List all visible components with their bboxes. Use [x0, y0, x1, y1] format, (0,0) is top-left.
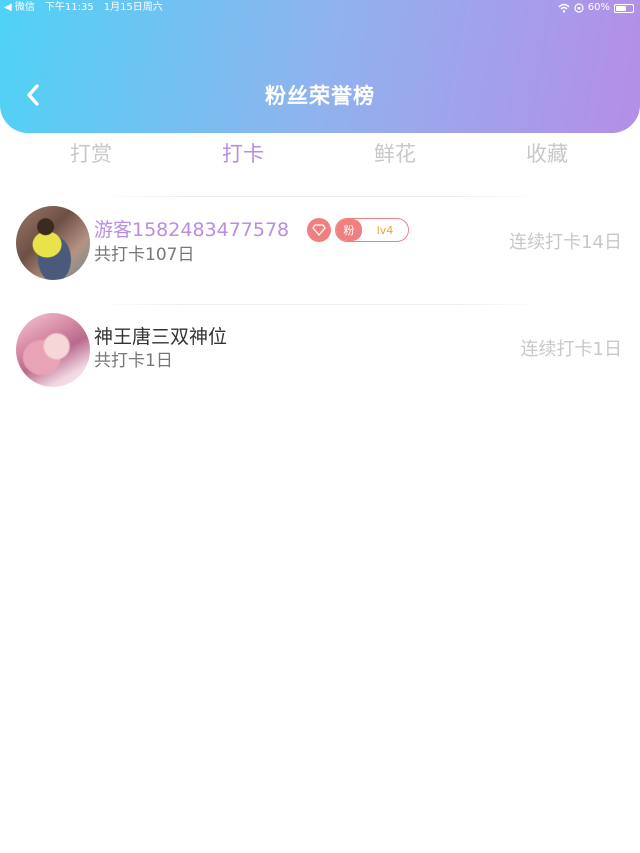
- divider: [95, 304, 545, 305]
- diamond-icon: [312, 224, 326, 236]
- status-time: 下午11:35: [44, 2, 94, 13]
- wifi-icon: [558, 3, 570, 13]
- status-bar: ◀ 微信 下午11:35 1月15日周六 60%: [0, 0, 640, 16]
- status-date: 1月15日周六: [103, 2, 163, 13]
- fan-level: lv4: [376, 223, 394, 237]
- battery-icon: [614, 3, 634, 13]
- tab-reward[interactable]: 打赏: [31, 136, 151, 172]
- page-title: 粉丝荣誉榜: [265, 84, 375, 108]
- back-to-app-link[interactable]: ◀ 微信: [4, 0, 35, 16]
- header-bar: ◀ 微信 下午11:35 1月15日周六 60% 粉丝荣誉榜: [0, 0, 640, 133]
- avatar[interactable]: [16, 206, 90, 280]
- tab-bar: 打赏 打卡 鲜花 收藏: [0, 136, 640, 172]
- total-checkin: 共打卡1日: [94, 351, 173, 371]
- rotation-lock-icon: [574, 3, 584, 13]
- fan-label: 粉: [336, 219, 362, 241]
- avatar[interactable]: [16, 313, 90, 387]
- user-name: 游客1582483477578: [94, 219, 290, 241]
- battery-percent: 60%: [587, 2, 610, 13]
- streak-checkin: 连续打卡1日: [520, 339, 622, 360]
- tab-flowers[interactable]: 鲜花: [335, 136, 455, 172]
- streak-checkin: 连续打卡14日: [509, 232, 622, 253]
- list-item[interactable]: 神王唐三双神位 共打卡1日 连续打卡1日: [0, 306, 640, 396]
- battery-fill: [616, 5, 626, 11]
- fan-level-badge: 粉 lv4: [335, 218, 409, 242]
- tab-favorites[interactable]: 收藏: [487, 136, 607, 172]
- tab-checkin[interactable]: 打卡: [183, 136, 303, 172]
- list-item[interactable]: 游客1582483477578 粉 lv4 共打卡107日 连续打卡14日: [0, 198, 640, 288]
- user-name: 神王唐三双神位: [94, 326, 228, 348]
- divider: [95, 196, 545, 197]
- total-checkin: 共打卡107日: [94, 245, 195, 265]
- diamond-badge: [307, 218, 331, 242]
